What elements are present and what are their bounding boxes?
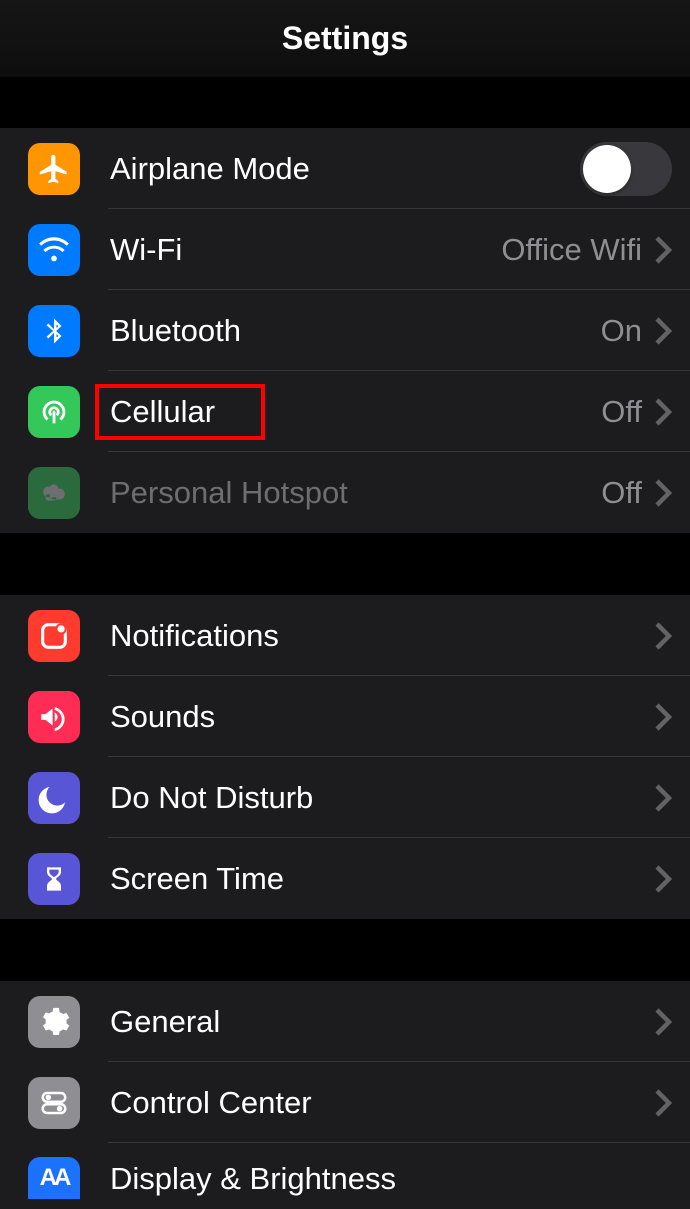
hotspot-icon bbox=[28, 467, 80, 519]
gear-icon bbox=[28, 996, 80, 1048]
bluetooth-icon bbox=[28, 305, 80, 357]
row-cellular[interactable]: Cellular Off bbox=[0, 371, 690, 452]
wifi-label: Wi-Fi bbox=[110, 232, 501, 268]
airplane-label: Airplane Mode bbox=[110, 151, 580, 187]
airplane-toggle[interactable] bbox=[580, 142, 672, 196]
section-system: General Control Center AA Display & Brig… bbox=[0, 981, 690, 1209]
dnd-label: Do Not Disturb bbox=[110, 780, 654, 816]
hotspot-label: Personal Hotspot bbox=[110, 475, 601, 511]
section-network: Airplane Mode Wi-Fi Office Wifi Bluetoot… bbox=[0, 128, 690, 533]
wifi-value: Office Wifi bbox=[501, 232, 642, 268]
sounds-label: Sounds bbox=[110, 699, 654, 735]
row-screen-time[interactable]: Screen Time bbox=[0, 838, 690, 919]
chevron-right-icon bbox=[654, 1007, 672, 1037]
section-gap bbox=[0, 78, 690, 128]
chevron-right-icon bbox=[654, 864, 672, 894]
chevron-right-icon bbox=[654, 397, 672, 427]
moon-icon bbox=[28, 772, 80, 824]
control-center-icon bbox=[28, 1077, 80, 1129]
cellular-icon bbox=[28, 386, 80, 438]
text-size-icon: AA bbox=[28, 1157, 80, 1199]
header: Settings bbox=[0, 0, 690, 78]
row-airplane-mode[interactable]: Airplane Mode bbox=[0, 128, 690, 209]
row-bluetooth[interactable]: Bluetooth On bbox=[0, 290, 690, 371]
controlcenter-label: Control Center bbox=[110, 1085, 654, 1121]
wifi-icon bbox=[28, 224, 80, 276]
row-notifications[interactable]: Notifications bbox=[0, 595, 690, 676]
cellular-label: Cellular bbox=[110, 394, 601, 430]
general-label: General bbox=[110, 1004, 654, 1040]
row-do-not-disturb[interactable]: Do Not Disturb bbox=[0, 757, 690, 838]
chevron-right-icon bbox=[654, 621, 672, 651]
display-label: Display & Brightness bbox=[110, 1161, 672, 1197]
row-display-brightness[interactable]: AA Display & Brightness bbox=[0, 1143, 690, 1209]
row-wifi[interactable]: Wi-Fi Office Wifi bbox=[0, 209, 690, 290]
bluetooth-label: Bluetooth bbox=[110, 313, 601, 349]
airplane-icon bbox=[28, 143, 80, 195]
chevron-right-icon bbox=[654, 316, 672, 346]
sounds-icon bbox=[28, 691, 80, 743]
row-sounds[interactable]: Sounds bbox=[0, 676, 690, 757]
section-alerts: Notifications Sounds Do Not Disturb Scre… bbox=[0, 595, 690, 919]
chevron-right-icon bbox=[654, 783, 672, 813]
hourglass-icon bbox=[28, 853, 80, 905]
chevron-right-icon bbox=[654, 702, 672, 732]
chevron-right-icon bbox=[654, 478, 672, 508]
section-gap bbox=[0, 533, 690, 595]
row-control-center[interactable]: Control Center bbox=[0, 1062, 690, 1143]
toggle-knob bbox=[583, 145, 631, 193]
bluetooth-value: On bbox=[601, 313, 642, 349]
chevron-right-icon bbox=[654, 1088, 672, 1118]
page-title: Settings bbox=[282, 20, 408, 57]
cellular-value: Off bbox=[601, 394, 642, 430]
screentime-label: Screen Time bbox=[110, 861, 654, 897]
notifications-icon bbox=[28, 610, 80, 662]
hotspot-value: Off bbox=[601, 475, 642, 511]
row-personal-hotspot[interactable]: Personal Hotspot Off bbox=[0, 452, 690, 533]
chevron-right-icon bbox=[654, 235, 672, 265]
notifications-label: Notifications bbox=[110, 618, 654, 654]
section-gap bbox=[0, 919, 690, 981]
row-general[interactable]: General bbox=[0, 981, 690, 1062]
